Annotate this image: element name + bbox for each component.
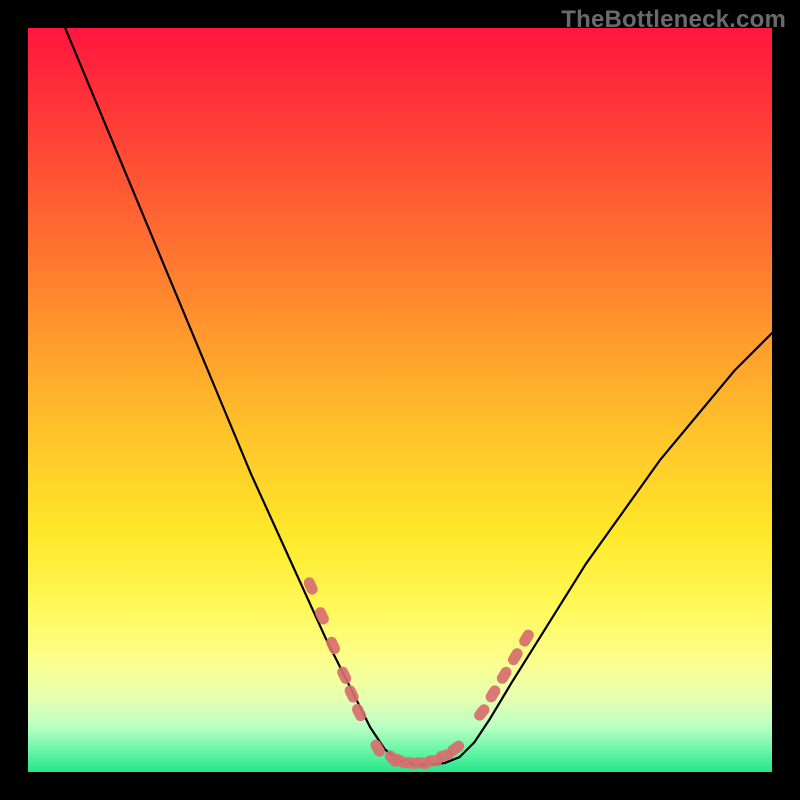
data-marker — [506, 646, 525, 667]
curve-layer — [65, 28, 772, 765]
chart-svg — [28, 28, 772, 772]
data-marker — [517, 628, 536, 649]
bottleneck-curve — [65, 28, 772, 765]
data-marker — [335, 665, 353, 686]
data-marker — [324, 635, 342, 656]
watermark-text: TheBottleneck.com — [561, 6, 786, 34]
chart-frame: TheBottleneck.com — [0, 0, 800, 800]
marker-layer — [302, 576, 536, 770]
plot-area — [28, 28, 772, 772]
